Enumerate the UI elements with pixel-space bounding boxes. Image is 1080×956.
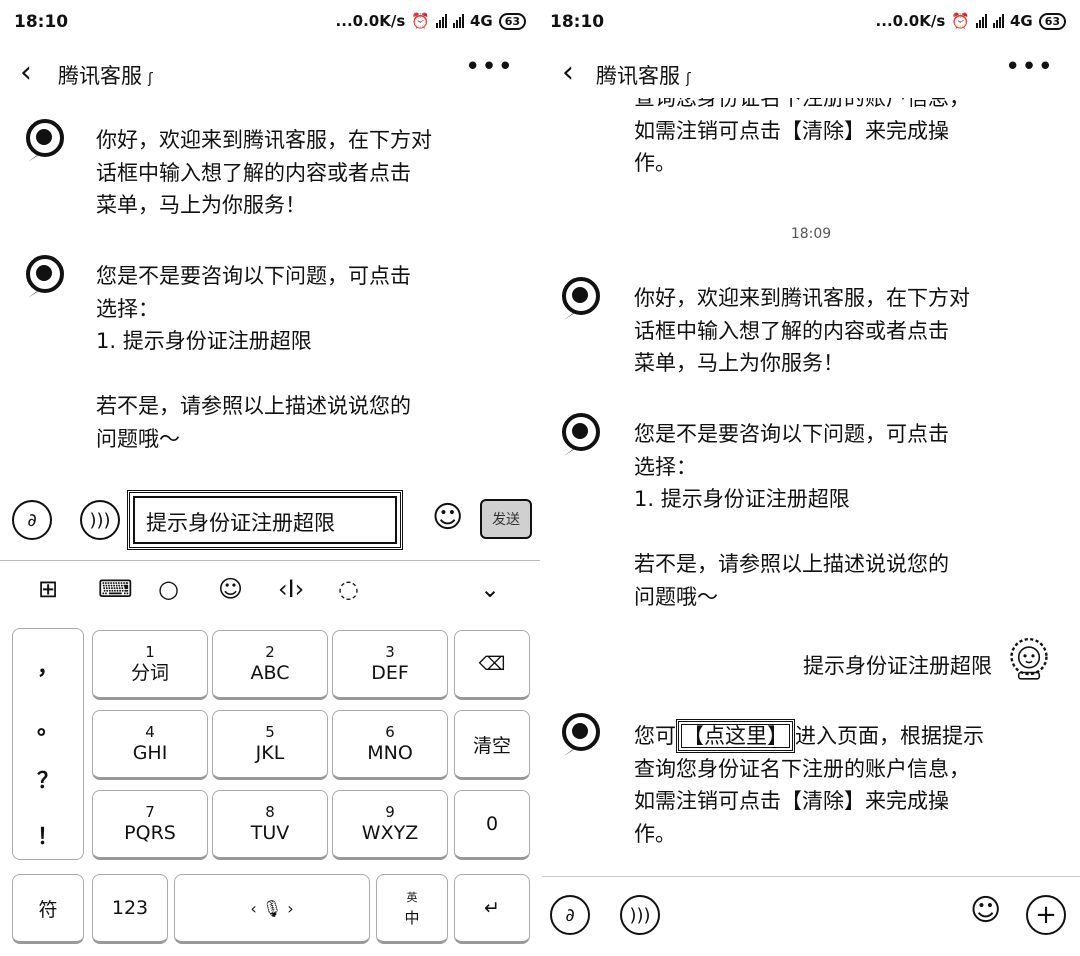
net-speed: ...0.0K/s — [875, 12, 946, 30]
keyboard: ， 。 ？ ！ 1 分词 2 ABC 3 DEF ⌫ 4 GHI 5 JKL 6 MNO 清… — [0, 618, 540, 956]
key-9[interactable]: 9 WXYZ — [332, 790, 448, 860]
number-key[interactable]: 123 — [92, 874, 168, 944]
status-time: 18:10 — [14, 12, 69, 32]
bot-avatar[interactable] — [558, 412, 604, 458]
punct-key[interactable]: ？ — [13, 763, 83, 795]
bot-avatar[interactable] — [558, 712, 604, 758]
send-button[interactable]: 发送 — [480, 499, 532, 539]
signal-icon — [975, 14, 987, 28]
status-bar: 18:10 ...0.0K/s ⏰ 4G 63 — [0, 8, 540, 38]
message-input[interactable]: 提示身份证注册超限 — [127, 490, 403, 550]
emoji-icon[interactable]: ☺ — [432, 500, 463, 535]
key-3[interactable]: 3 DEF — [332, 630, 448, 700]
grid-icon[interactable]: ⊞ — [38, 575, 58, 603]
language-key[interactable]: 英中 — [376, 874, 448, 944]
space-mic-icon: ‹ 🎙 › — [250, 898, 294, 918]
bot-avatar[interactable] — [22, 254, 68, 300]
title-bar: ‹ 腾讯客服 ʃ ••• — [542, 52, 1080, 96]
key-4[interactable]: 4 GHI — [92, 710, 208, 780]
bot-reply: 您可 【点这里】 进入页面，根据提示 查询您身份证名下注册的账户信息， 如需注销可点… — [634, 719, 984, 850]
signal-icon-2 — [992, 14, 1004, 28]
collapse-chevron-icon[interactable]: ⌄ — [480, 575, 500, 603]
page-title: 腾讯客服 — [58, 64, 142, 88]
key-5[interactable]: 5 JKL — [212, 710, 328, 780]
more-menu-icon[interactable]: ••• — [1005, 52, 1054, 82]
right-screen: 18:10 ...0.0K/s ⏰ 4G 63 ‹ 腾讯客服 ʃ ••• 查询您身… — [542, 0, 1080, 956]
signal-icon-2 — [452, 14, 464, 28]
ear-icon: ʃ — [148, 71, 153, 87]
key-1[interactable]: 1 分词 — [92, 630, 208, 700]
punct-key[interactable]: 。 — [13, 709, 83, 741]
page-title: 腾讯客服 — [596, 64, 680, 88]
alarm-icon: ⏰ — [411, 12, 430, 30]
click-here-link[interactable]: 【点这里】 — [676, 719, 795, 753]
bot-message: 您是不是要咨询以下问题，可点击 选择： 1. 提示身份证注册超限 若不是，请参照… — [634, 422, 949, 609]
input-bar: ∂ ))) 提示身份证注册超限 ☺ 发送 — [0, 482, 540, 560]
search-icon[interactable]: ○ — [158, 575, 179, 603]
enter-icon[interactable]: ↵ — [454, 874, 530, 944]
left-screen: 18:10 ...0.0K/s ⏰ 4G 63 ‹ 腾讯客服 ʃ ••• 你好，欢… — [0, 0, 540, 956]
bot-message: 你好，欢迎来到腾讯客服，在下方对 话框中输入想了解的内容或者点击 菜单，马上为你… — [96, 128, 432, 217]
signal-icon — [435, 14, 447, 28]
punct-key[interactable]: ！ — [13, 819, 83, 851]
key-8[interactable]: 8 TUV — [212, 790, 328, 860]
clear-key[interactable]: 清空 — [454, 710, 530, 780]
space-key[interactable]: ‹ 🎙 › — [174, 874, 370, 944]
status-bar: 18:10 ...0.0K/s ⏰ 4G 63 — [542, 8, 1080, 38]
mini-program-icon[interactable]: ∂ — [12, 500, 52, 540]
key-0[interactable]: 0 — [454, 790, 530, 860]
reply-prefix: 您可 — [634, 724, 676, 748]
back-arrow-icon[interactable]: ‹ — [20, 56, 32, 90]
battery-icon: 63 — [498, 12, 526, 30]
emoji-keyboard-icon[interactable]: ☺ — [218, 575, 243, 603]
punctuation-column[interactable]: ， 。 ？ ！ — [12, 628, 84, 860]
status-time: 18:10 — [550, 12, 605, 32]
cursor-icon[interactable]: ‹I› — [278, 575, 304, 603]
user-message: 提示身份证注册超限 — [803, 654, 992, 678]
mic-icon[interactable]: ◌ — [338, 575, 359, 603]
timestamp: 18:09 — [790, 226, 832, 242]
plus-icon[interactable]: + — [1026, 895, 1066, 935]
input-bar: ∂ ))) ☺ + — [542, 876, 1080, 956]
bot-message: 查询您身份证名下注册的账户信息， 如需注销可点击【清除】来完成操 作。 — [634, 98, 970, 175]
bot-avatar[interactable] — [558, 276, 604, 322]
bot-message: 您是不是要咨询以下问题，可点击 选择： 1. 提示身份证注册超限 若不是，请参照… — [96, 264, 411, 451]
battery-icon: 63 — [1038, 12, 1066, 30]
key-2[interactable]: 2 ABC — [212, 630, 328, 700]
key-6[interactable]: 6 MNO — [332, 710, 448, 780]
key-7[interactable]: 7 PQRS — [92, 790, 208, 860]
bot-avatar[interactable] — [22, 118, 68, 164]
mini-program-icon[interactable]: ∂ — [550, 895, 590, 935]
net-speed: ...0.0K/s — [335, 12, 406, 30]
backspace-icon[interactable]: ⌫ — [454, 630, 530, 700]
keyboard-toolbar: ⊞ ⌨ ○ ☺ ‹I› ◌ ⌄ — [0, 560, 540, 618]
ear-icon: ʃ — [686, 71, 691, 87]
title-bar: ‹ 腾讯客服 ʃ ••• — [0, 52, 540, 96]
more-menu-icon[interactable]: ••• — [465, 52, 514, 82]
scrolled-message: 查询您身份证名下注册的账户信息， 如需注销可点击【清除】来完成操 作。 — [542, 98, 1080, 188]
bot-message: 你好，欢迎来到腾讯客服，在下方对 话框中输入想了解的内容或者点击 菜单，马上为你… — [634, 286, 970, 375]
network-type: 4G — [1009, 12, 1033, 30]
keyboard-icon[interactable]: ⌨ — [98, 575, 133, 603]
symbol-key[interactable]: 符 — [12, 874, 84, 944]
user-avatar-lion[interactable] — [1006, 636, 1064, 694]
alarm-icon: ⏰ — [951, 12, 970, 30]
back-arrow-icon[interactable]: ‹ — [562, 56, 574, 90]
voice-icon[interactable]: ))) — [620, 895, 660, 935]
emoji-icon[interactable]: ☺ — [970, 893, 1001, 928]
network-type: 4G — [469, 12, 493, 30]
voice-icon[interactable]: ))) — [80, 500, 120, 540]
punct-key[interactable]: ， — [13, 649, 83, 681]
